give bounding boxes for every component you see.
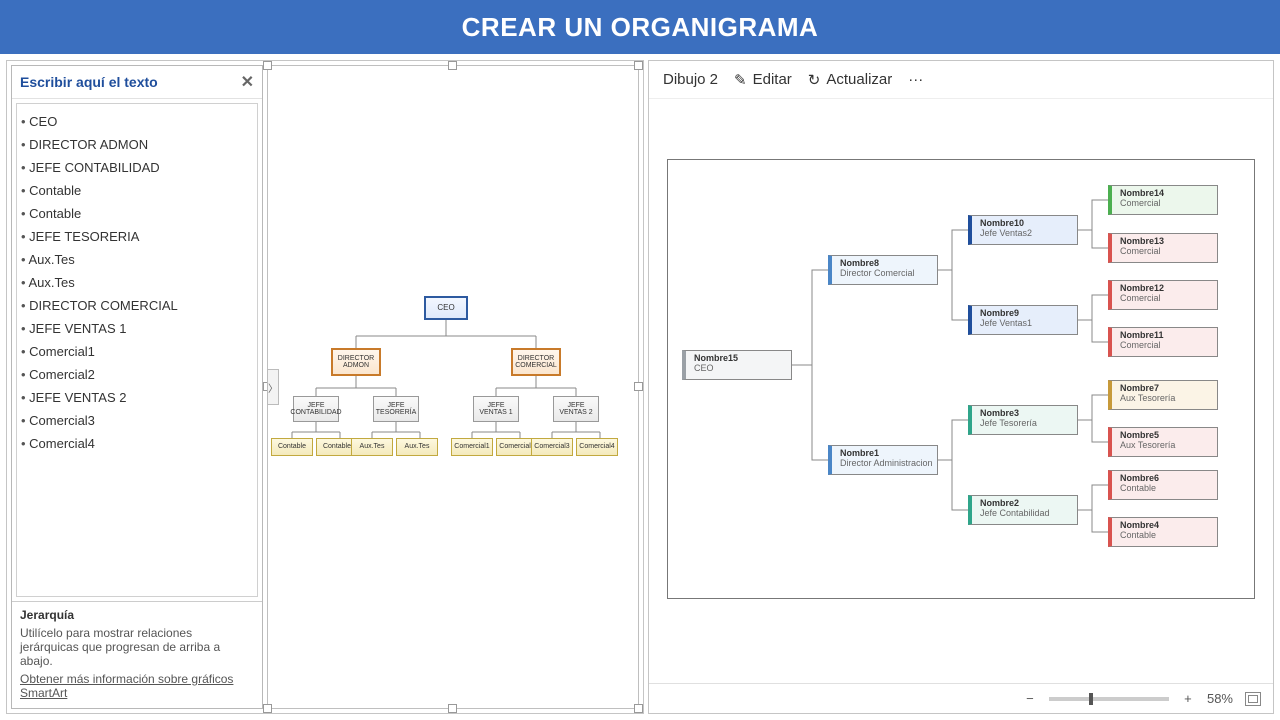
outline-item[interactable]: Comercial1 [21,340,253,363]
edit-button[interactable]: ✎ Editar [734,71,792,89]
node-jefe-ventas2[interactable]: JEFE VENTAS 2 [553,396,599,422]
resize-handle[interactable] [263,704,272,713]
card-dir-comercial[interactable]: Nombre8Director Comercial [828,255,938,285]
zoom-bar: − + 58% [649,683,1273,713]
card-comercial[interactable]: Nombre13Comercial [1108,233,1218,263]
zoom-in-button[interactable]: + [1181,691,1195,706]
page-title-bar: CREAR UN ORGANIGRAMA [0,0,1280,54]
outline-item[interactable]: Comercial4 [21,432,253,455]
card-jefe-contabilidad[interactable]: Nombre2Jefe Contabilidad [968,495,1078,525]
node-leaf[interactable]: Comercial1 [451,438,493,456]
node-ceo[interactable]: CEO [424,296,468,320]
node-leaf[interactable]: Comercial4 [576,438,618,456]
node-jefe-contabilidad[interactable]: JEFE CONTABILIDAD [293,396,339,422]
outline-item[interactable]: DIRECTOR COMERCIAL [21,294,253,317]
node-director-comercial[interactable]: DIRECTOR COMERCIAL [511,348,561,376]
card-jefe-ventas2[interactable]: Nombre10Jefe Ventas2 [968,215,1078,245]
drawing-name: Dibujo 2 [663,71,718,88]
left-pane: Escribir aquí el texto ✕ CEODIRECTOR ADM… [6,60,644,714]
text-pane-toggle[interactable]: 〉 [267,369,279,405]
node-jefe-ventas1[interactable]: JEFE VENTAS 1 [473,396,519,422]
pencil-icon: ✎ [734,71,747,89]
zoom-value: 58% [1207,691,1233,706]
outline-item[interactable]: DIRECTOR ADMON [21,133,253,156]
zoom-slider[interactable] [1049,697,1169,701]
outline-item[interactable]: JEFE VENTAS 2 [21,386,253,409]
card-contable[interactable]: Nombre6Contable [1108,470,1218,500]
card-comercial[interactable]: Nombre14Comercial [1108,185,1218,215]
smartart-canvas[interactable]: 〉 [267,65,639,709]
node-leaf[interactable]: Aux.Tes [396,438,438,456]
outline-item[interactable]: Aux.Tes [21,248,253,271]
card-ceo[interactable]: Nombre15CEO [682,350,792,380]
outline-item[interactable]: JEFE TESORERIA [21,225,253,248]
node-jefe-tesoreria[interactable]: JEFE TESORERÍA [373,396,419,422]
outline-item[interactable]: Aux.Tes [21,271,253,294]
page-title: CREAR UN ORGANIGRAMA [462,12,819,43]
outline-item[interactable]: JEFE CONTABILIDAD [21,156,253,179]
drawing-canvas[interactable]: Nombre15CEO Nombre8Director Comercial No… [649,99,1273,683]
card-contable[interactable]: Nombre4Contable [1108,517,1218,547]
refresh-button[interactable]: ↻ Actualizar [808,71,892,89]
node-leaf[interactable]: Contable [271,438,313,456]
resize-handle[interactable] [634,382,643,391]
outline-item[interactable]: Comercial3 [21,409,253,432]
layout-name: Jerarquía [20,608,254,622]
refresh-icon: ↻ [808,71,821,89]
node-leaf[interactable]: Comercial3 [531,438,573,456]
card-comercial[interactable]: Nombre12Comercial [1108,280,1218,310]
close-icon[interactable]: ✕ [241,72,254,92]
more-menu[interactable]: ··· [908,71,923,88]
drawing-toolbar: Dibujo 2 ✎ Editar ↻ Actualizar ··· [649,61,1273,99]
outline-item[interactable]: Comercial2 [21,363,253,386]
card-jefe-tesoreria[interactable]: Nombre3Jefe Tesorería [968,405,1078,435]
layout-desc: Utilícelo para mostrar relaciones jerárq… [20,626,254,668]
text-panel-list[interactable]: CEODIRECTOR ADMONJEFE CONTABILIDADContab… [16,103,258,597]
outline-item[interactable]: JEFE VENTAS 1 [21,317,253,340]
resize-handle[interactable] [634,61,643,70]
resize-handle[interactable] [263,61,272,70]
card-comercial[interactable]: Nombre11Comercial [1108,327,1218,357]
node-leaf[interactable]: Aux.Tes [351,438,393,456]
outline-item[interactable]: Contable [21,179,253,202]
resize-handle[interactable] [634,704,643,713]
zoom-out-button[interactable]: − [1023,691,1037,706]
card-aux-tesoreria[interactable]: Nombre7Aux Tesorería [1108,380,1218,410]
smartart-learn-more-link[interactable]: Obtener más información sobre gráficos S… [20,672,254,700]
resize-handle[interactable] [448,61,457,70]
org-diagram-frame: Nombre15CEO Nombre8Director Comercial No… [667,159,1255,599]
text-panel-heading: Escribir aquí el texto [20,74,158,90]
outline-item[interactable]: CEO [21,110,253,133]
card-jefe-ventas1[interactable]: Nombre9Jefe Ventas1 [968,305,1078,335]
card-aux-tesoreria[interactable]: Nombre5Aux Tesorería [1108,427,1218,457]
smartart-text-panel: Escribir aquí el texto ✕ CEODIRECTOR ADM… [11,65,263,709]
card-dir-admin[interactable]: Nombre1Director Administracion [828,445,938,475]
fit-to-window-icon[interactable] [1245,692,1261,706]
right-pane: Dibujo 2 ✎ Editar ↻ Actualizar ··· [648,60,1274,714]
resize-handle[interactable] [448,704,457,713]
outline-item[interactable]: Contable [21,202,253,225]
node-director-admon[interactable]: DIRECTOR ADMON [331,348,381,376]
text-panel-footer: Jerarquía Utilícelo para mostrar relacio… [12,601,262,708]
